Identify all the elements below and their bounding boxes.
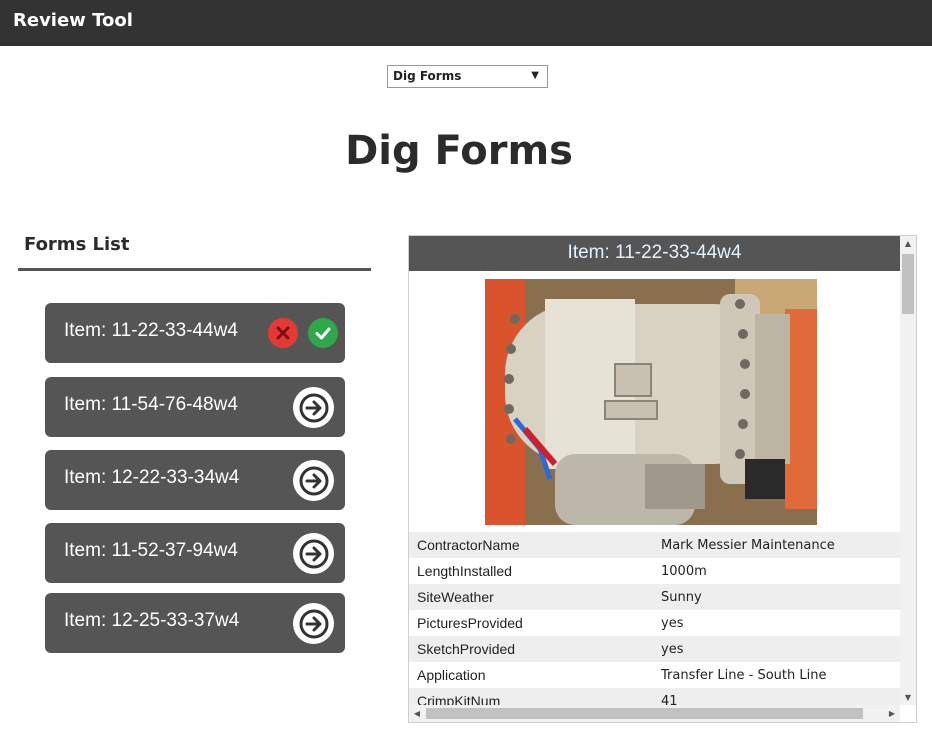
scroll-right-icon[interactable]: ▶ (884, 705, 900, 722)
property-value: 1000m (661, 563, 707, 579)
property-row: SiteWeather Sunny (409, 584, 900, 610)
reject-icon[interactable] (268, 318, 298, 348)
property-row: ContractorName Mark Messier Maintenance (409, 532, 900, 558)
detail-header: Item: 11-22-33-44w4 (409, 236, 900, 271)
top-bar: Review Tool (0, 0, 932, 46)
form-item-label: Item: 11-22-33-44w4 (64, 320, 238, 341)
form-item[interactable]: Item: 12-22-33-34w4 (45, 450, 345, 510)
property-value: Sunny (661, 589, 702, 605)
property-row: Application Transfer Line - South Line (409, 662, 900, 688)
property-row: PicturesProvided yes (409, 610, 900, 636)
arrow-right-icon[interactable] (293, 603, 334, 644)
forms-list-title: Forms List (24, 234, 130, 255)
site-photo (485, 279, 817, 525)
property-row: SketchProvided yes (409, 636, 900, 662)
property-value: yes (661, 641, 684, 657)
approve-icon[interactable] (308, 318, 338, 348)
form-item-label: Item: 11-52-37-94w4 (64, 540, 238, 561)
property-value: Mark Messier Maintenance (661, 537, 835, 553)
form-item[interactable]: Item: 12-25-33-37w4 (45, 593, 345, 653)
page-title: Dig Forms (345, 128, 573, 174)
form-item[interactable]: Item: 11-54-76-48w4 (45, 377, 345, 437)
arrow-right-icon[interactable] (293, 533, 334, 574)
scroll-up-icon[interactable]: ▲ (900, 236, 916, 252)
vertical-scrollbar[interactable]: ▲ ▼ (900, 236, 916, 706)
arrow-right-icon[interactable] (293, 387, 334, 428)
property-key: PicturesProvided (417, 615, 523, 631)
form-type-select[interactable]: Dig Forms ▼ (387, 65, 548, 88)
property-row: LengthInstalled 1000m (409, 558, 900, 584)
property-value: yes (661, 615, 684, 631)
property-key: SiteWeather (417, 589, 494, 605)
horizontal-scrollbar[interactable]: ◀ ▶ (409, 705, 900, 722)
scrollbar-corner (900, 705, 916, 722)
arrow-right-icon[interactable] (293, 460, 334, 501)
scroll-down-icon[interactable]: ▼ (900, 690, 916, 706)
vertical-scroll-thumb[interactable] (902, 254, 914, 314)
dropdown-arrow-icon: ▼ (531, 70, 539, 81)
form-item-label: Item: 11-54-76-48w4 (64, 394, 238, 415)
properties-table: ContractorName Mark Messier Maintenance L… (409, 532, 900, 714)
form-item-label: Item: 12-25-33-37w4 (64, 610, 240, 631)
form-item[interactable]: Item: 11-22-33-44w4 (45, 303, 345, 363)
property-key: ContractorName (417, 537, 520, 553)
app-title: Review Tool (13, 10, 133, 31)
form-item[interactable]: Item: 11-52-37-94w4 (45, 523, 345, 583)
horizontal-scroll-thumb[interactable] (426, 708, 863, 719)
property-key: SketchProvided (417, 641, 516, 657)
property-value: Transfer Line - South Line (661, 667, 827, 683)
form-type-select-value: Dig Forms (393, 69, 462, 83)
property-key: Application (417, 667, 486, 683)
scroll-left-icon[interactable]: ◀ (409, 705, 425, 722)
property-key: LengthInstalled (417, 563, 512, 579)
form-detail-panel: Item: 11-22-33-44w4 ContractorNameMark (408, 235, 917, 723)
form-item-label: Item: 12-22-33-34w4 (64, 467, 240, 488)
forms-list-divider (18, 268, 371, 271)
